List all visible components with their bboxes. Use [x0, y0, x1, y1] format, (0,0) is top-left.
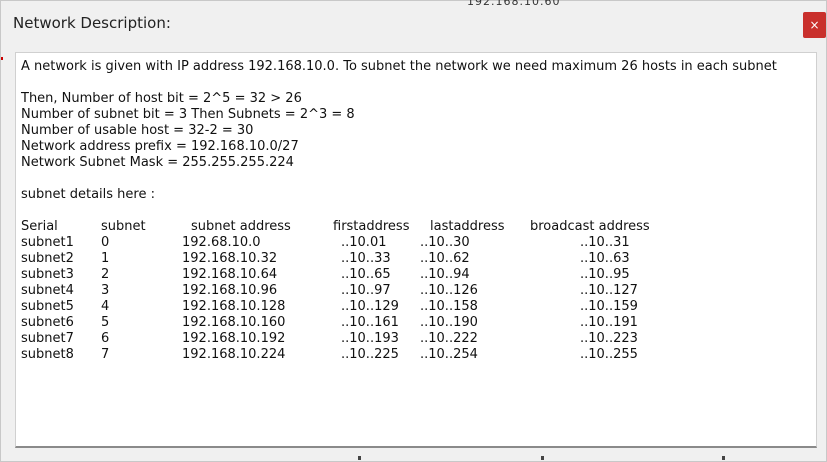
table-cell-serial: subnet1	[21, 235, 74, 250]
table-cell-subnet-address: 192.168.10.128	[182, 299, 286, 314]
table-cell-serial: subnet2	[21, 251, 74, 266]
intro-text: A network is given with IP address 192.1…	[21, 59, 777, 74]
table-cell-serial: subnet6	[21, 315, 74, 330]
table-cell-broadcast-address: ..10..95	[580, 267, 630, 282]
table-cell-first-address: ..10..225	[341, 347, 399, 362]
calc-line-prefix: Network address prefix = 192.168.10.0/27	[21, 139, 299, 154]
table-cell-subnet: 4	[101, 299, 110, 314]
table-cell-subnet-address: 192.168.10.64	[182, 267, 278, 282]
calc-line-usable-hosts: Number of usable host = 32-2 = 30	[21, 123, 254, 138]
close-button[interactable]: ×	[803, 12, 826, 38]
calc-line-host-bits: Then, Number of host bit = 2^5 = 32 > 26	[21, 91, 302, 106]
table-cell-subnet: 0	[101, 235, 110, 250]
table-cell-last-address: ..10..94	[420, 267, 470, 282]
description-text-area[interactable]: A network is given with IP address 192.1…	[15, 52, 817, 448]
header-broadcast-address: broadcast address	[530, 219, 650, 234]
table-cell-first-address: ..10..33	[341, 251, 391, 266]
table-cell-subnet-address: 192.168.10.224	[182, 347, 286, 362]
header-subnet: subnet	[101, 219, 146, 234]
background-artifact	[541, 456, 544, 460]
table-cell-first-address: ..10..193	[341, 331, 399, 346]
header-first-address: firstaddress	[333, 219, 410, 234]
table-cell-broadcast-address: ..10..127	[580, 283, 638, 298]
table-cell-serial: subnet5	[21, 299, 74, 314]
table-cell-broadcast-address: ..10..159	[580, 299, 638, 314]
calc-line-subnet-bits: Number of subnet bit = 3 Then Subnets = …	[21, 107, 355, 122]
details-heading: subnet details here :	[21, 187, 155, 202]
table-cell-broadcast-address: ..10..255	[580, 347, 638, 362]
table-cell-last-address: ..10..62	[420, 251, 470, 266]
table-cell-subnet-address: 192.168.10.160	[182, 315, 286, 330]
table-cell-subnet: 6	[101, 331, 110, 346]
background-artifact	[358, 456, 361, 460]
table-cell-first-address: ..10.01	[341, 235, 387, 250]
table-cell-subnet-address: 192.168.10.192	[182, 331, 286, 346]
background-artifact	[722, 456, 725, 460]
table-cell-serial: subnet3	[21, 267, 74, 282]
table-cell-broadcast-address: ..10..31	[580, 235, 630, 250]
table-cell-serial: subnet8	[21, 347, 74, 362]
table-cell-subnet: 1	[101, 251, 110, 266]
table-cell-last-address: ..10..158	[420, 299, 478, 314]
table-cell-subnet: 2	[101, 267, 110, 282]
background-window-edge	[1, 57, 3, 60]
dialog-titlebar[interactable]: Network Description: ×	[1, 1, 826, 45]
close-icon: ×	[809, 18, 820, 32]
table-cell-first-address: ..10..161	[341, 315, 399, 330]
table-cell-last-address: ..10..222	[420, 331, 478, 346]
table-cell-subnet: 7	[101, 347, 110, 362]
table-cell-subnet: 5	[101, 315, 110, 330]
table-cell-last-address: ..10..30	[420, 235, 470, 250]
header-last-address: lastaddress	[430, 219, 505, 234]
table-cell-first-address: ..10..97	[341, 283, 391, 298]
table-cell-subnet-address: 192.68.10.0	[182, 235, 261, 250]
table-cell-broadcast-address: ..10..63	[580, 251, 630, 266]
table-cell-subnet-address: 192.168.10.96	[182, 283, 278, 298]
table-cell-last-address: ..10..254	[420, 347, 478, 362]
network-description-dialog: 192.168.10.60 Network Description: × A n…	[0, 0, 827, 462]
table-cell-broadcast-address: ..10..191	[580, 315, 638, 330]
table-cell-first-address: ..10..65	[341, 267, 391, 282]
table-cell-broadcast-address: ..10..223	[580, 331, 638, 346]
header-subnet-address: subnet address	[191, 219, 291, 234]
table-cell-last-address: ..10..126	[420, 283, 478, 298]
table-cell-serial: subnet4	[21, 283, 74, 298]
table-cell-last-address: ..10..190	[420, 315, 478, 330]
table-cell-serial: subnet7	[21, 331, 74, 346]
calc-line-mask: Network Subnet Mask = 255.255.255.224	[21, 155, 294, 170]
header-serial: Serial	[21, 219, 58, 234]
dialog-title: Network Description:	[13, 14, 171, 32]
table-cell-subnet-address: 192.168.10.32	[182, 251, 278, 266]
table-cell-subnet: 3	[101, 283, 110, 298]
table-cell-first-address: ..10..129	[341, 299, 399, 314]
